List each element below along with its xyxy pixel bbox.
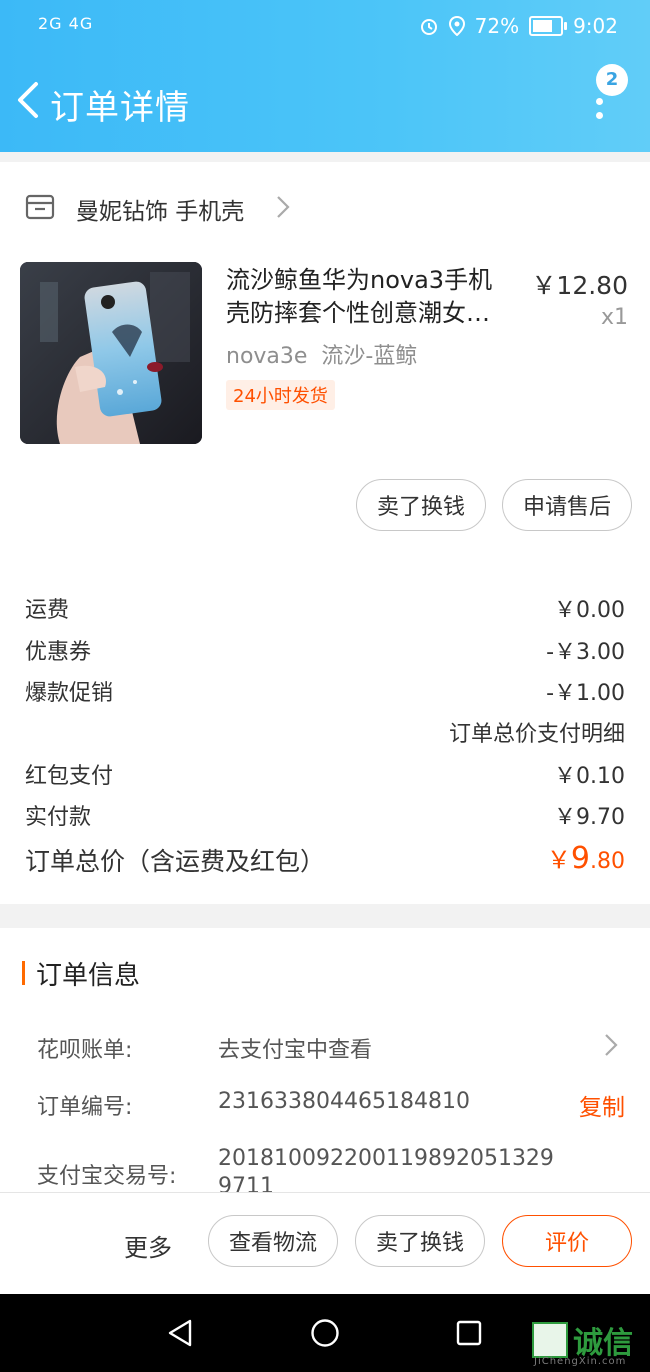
shipping-label: 运费 bbox=[25, 598, 70, 623]
paid-label: 实付款 bbox=[25, 805, 92, 830]
shop-name[interactable]: 曼妮钻饰 手机壳 bbox=[76, 192, 244, 226]
huabei-link[interactable]: 去支付宝中查看 bbox=[218, 1032, 372, 1064]
payment-detail-link[interactable]: 订单总价支付明细 bbox=[449, 716, 625, 748]
redpacket-value: ￥0.10 bbox=[554, 764, 625, 789]
sell-for-cash-bottom-button[interactable]: 卖了换钱 bbox=[355, 1215, 485, 1267]
recents-square-icon[interactable] bbox=[456, 1320, 482, 1346]
more-menu-button[interactable]: 2 bbox=[584, 64, 628, 126]
chevron-right-icon bbox=[277, 196, 290, 218]
promo-value: -￥1.00 bbox=[546, 681, 625, 706]
product-spec: nova3e 流沙-蓝鲸 bbox=[226, 344, 418, 369]
clock: 9:02 bbox=[573, 14, 618, 38]
total-currency: ￥ bbox=[546, 846, 571, 874]
promo-label: 爆款促销 bbox=[25, 681, 114, 706]
home-circle-icon[interactable] bbox=[310, 1318, 340, 1348]
product-quantity: x1 bbox=[600, 305, 628, 330]
status-bar: 2G 4G 72% 9:02 bbox=[0, 0, 650, 56]
huabei-label: 花呗账单: bbox=[37, 1038, 133, 1063]
product-price: ￥12.80 bbox=[531, 271, 628, 300]
battery-percent: 72% bbox=[474, 14, 520, 38]
order-number-label: 订单编号: bbox=[37, 1095, 133, 1120]
order-total-value: ￥9.80 bbox=[547, 840, 625, 876]
back-arrow-icon[interactable] bbox=[12, 80, 42, 120]
chevron-right-icon[interactable] bbox=[604, 1033, 618, 1057]
order-number-value: 231633804465184810 bbox=[218, 1089, 470, 1114]
back-triangle-icon[interactable] bbox=[166, 1318, 194, 1348]
more-dots-icon bbox=[596, 98, 604, 126]
message-count-badge: 2 bbox=[596, 64, 628, 96]
sell-for-cash-button[interactable]: 卖了换钱 bbox=[356, 479, 486, 531]
location-icon bbox=[448, 16, 465, 36]
copy-order-number-button[interactable]: 复制 bbox=[579, 1088, 625, 1122]
shipping-value: ￥0.00 bbox=[554, 598, 625, 623]
view-logistics-button[interactable]: 查看物流 bbox=[208, 1215, 338, 1267]
battery-level bbox=[533, 20, 552, 32]
watermark-seal-icon bbox=[532, 1322, 568, 1358]
order-total-label: 订单总价（含运费及红包） bbox=[25, 847, 326, 876]
coupon-value: -￥3.00 bbox=[546, 640, 625, 665]
order-info-heading: 订单信息 bbox=[36, 961, 141, 991]
total-decimal: .80 bbox=[590, 849, 625, 874]
section-accent-bar bbox=[22, 961, 25, 985]
product-title[interactable]: 流沙鲸鱼华为nova3手机壳防摔套个性创意潮女… bbox=[226, 264, 516, 330]
shipping-tag: 24小时发货 bbox=[226, 380, 335, 410]
alipay-trade-line-1: 20181009220011989205132​9 bbox=[218, 1146, 554, 1171]
page-title: 订单详情 bbox=[50, 88, 190, 128]
battery-icon bbox=[529, 16, 568, 36]
alarm-icon bbox=[420, 19, 437, 35]
watermark-subtext: JiChengXin.com bbox=[534, 1356, 627, 1367]
total-integer: 9 bbox=[570, 841, 590, 876]
more-button[interactable]: 更多 bbox=[124, 1228, 172, 1263]
network-signal: 2G 4G bbox=[38, 14, 94, 33]
redpacket-label: 红包支付 bbox=[25, 764, 114, 789]
store-icon bbox=[25, 194, 55, 220]
after-sale-button[interactable]: 申请售后 bbox=[502, 479, 632, 531]
watermark-logo: 诚信 JiChengXin.com bbox=[532, 1318, 633, 1367]
paid-value: ￥9.70 bbox=[554, 805, 625, 830]
alipay-trade-label: 支付宝交易号: bbox=[37, 1164, 177, 1189]
product-photo-image bbox=[20, 262, 202, 444]
product-thumbnail[interactable] bbox=[20, 262, 202, 444]
review-button[interactable]: 评价 bbox=[502, 1215, 632, 1267]
coupon-label: 优惠券 bbox=[25, 640, 92, 665]
